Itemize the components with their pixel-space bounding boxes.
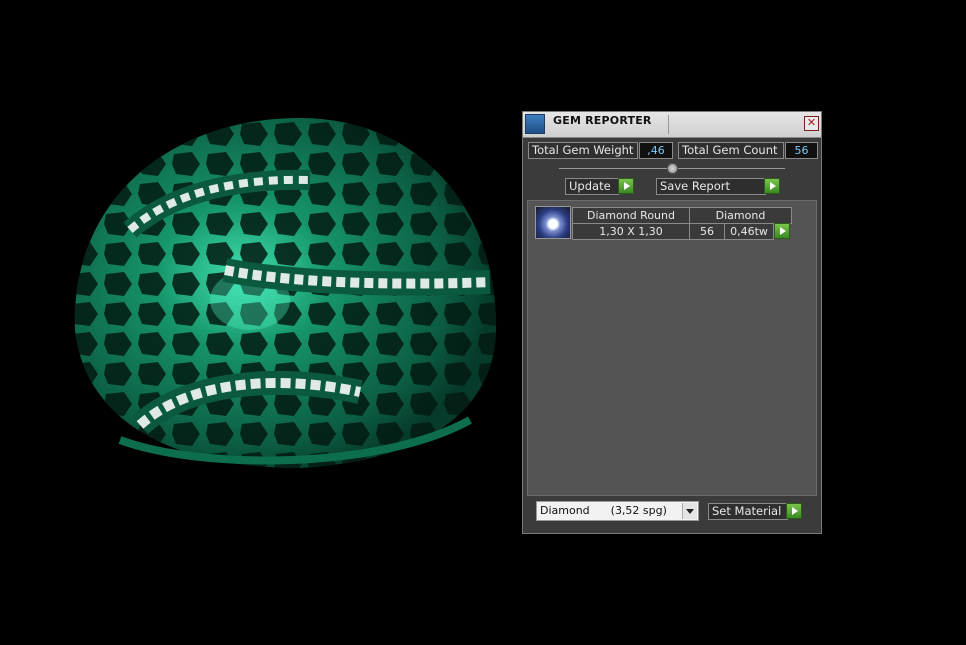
- update-go-icon[interactable]: [618, 178, 634, 194]
- gem-row-go-icon[interactable]: [774, 223, 790, 239]
- close-icon[interactable]: ✕: [804, 116, 819, 131]
- splitter-knob-icon[interactable]: [667, 163, 678, 174]
- gem-weight: 0,46tw: [724, 223, 774, 240]
- total-gem-weight-label: Total Gem Weight: [528, 142, 638, 159]
- panel-title: GEM REPORTER: [553, 114, 652, 127]
- diamond-gem-thumbnail: [535, 206, 571, 239]
- gem-reporter-panel: GEM REPORTER ✕ Total Gem Weight ,46 Tota…: [522, 111, 822, 534]
- material-select-value: Diamond (3,52 spg): [540, 504, 667, 517]
- total-gem-count-value: 56: [785, 142, 818, 159]
- material-select[interactable]: Diamond (3,52 spg): [536, 501, 699, 521]
- total-gem-weight-value: ,46: [639, 142, 673, 159]
- gem-count: 56: [689, 223, 725, 240]
- title-separator: [668, 115, 669, 134]
- save-report-button[interactable]: Save Report: [656, 178, 766, 195]
- gem-size: 1,30 X 1,30: [572, 223, 690, 240]
- set-material-button[interactable]: Set Material: [708, 503, 788, 520]
- gem-list[interactable]: Diamond Round Diamond 1,30 X 1,30 56 0,4…: [527, 200, 817, 496]
- save-report-go-icon[interactable]: [764, 178, 780, 194]
- gem-reporter-app-icon: [525, 114, 545, 134]
- gem-shape: Diamond Round: [572, 207, 690, 224]
- gem-material: Diamond: [689, 207, 792, 224]
- set-material-go-icon[interactable]: [786, 503, 802, 519]
- chevron-down-icon[interactable]: [682, 503, 697, 519]
- total-gem-count-label: Total Gem Count: [678, 142, 784, 159]
- update-button[interactable]: Update: [565, 178, 619, 195]
- title-bar[interactable]: GEM REPORTER ✕: [523, 112, 821, 138]
